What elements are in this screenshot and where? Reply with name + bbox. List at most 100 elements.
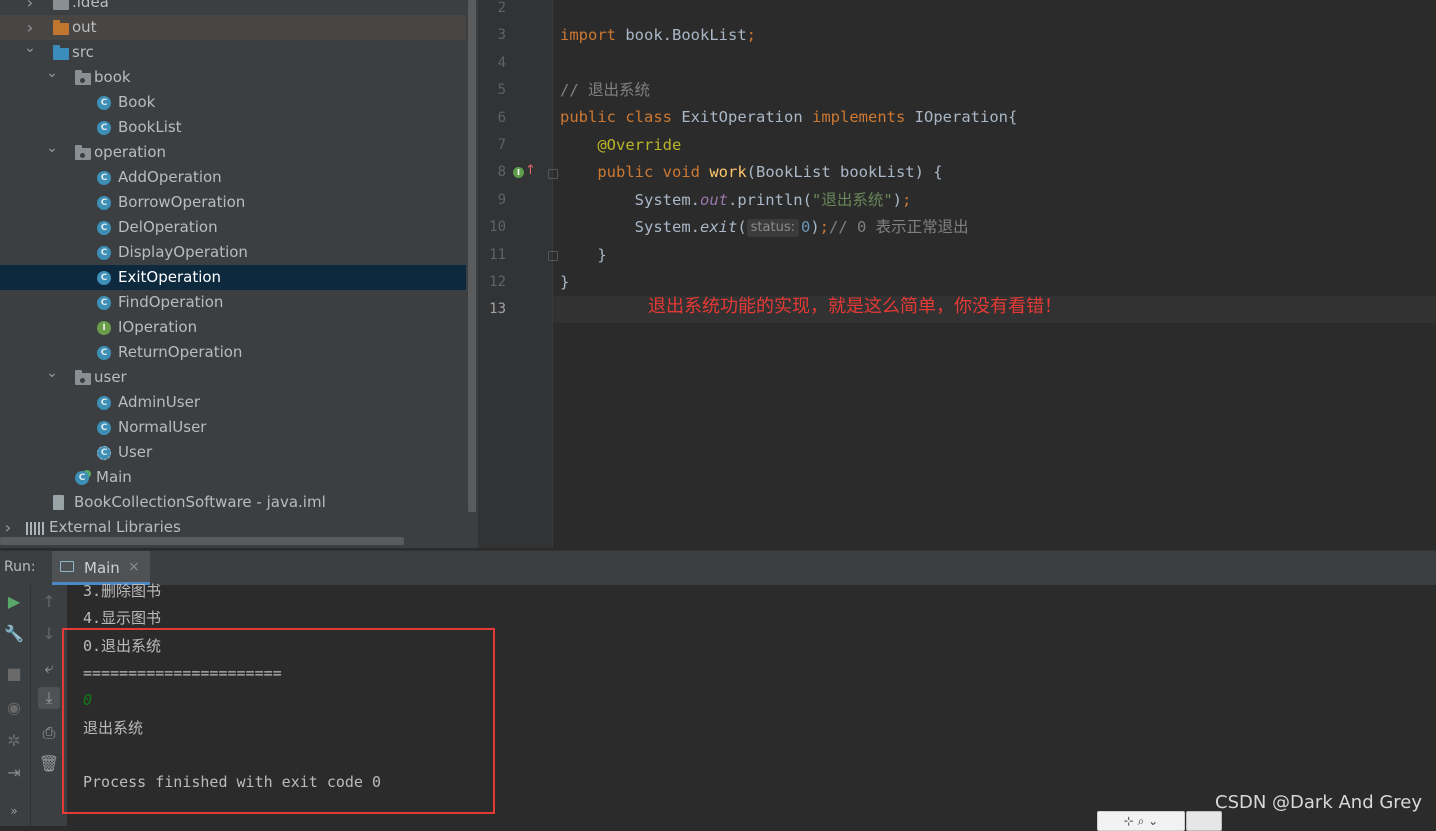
class-icon: C bbox=[97, 346, 111, 360]
code-text: System. bbox=[634, 191, 700, 209]
line-number: 9 bbox=[497, 191, 506, 208]
camera-icon[interactable]: ◉ bbox=[3, 697, 25, 719]
keyword: public bbox=[597, 163, 654, 181]
annotation: @Override bbox=[597, 136, 682, 154]
down-arrow-icon[interactable]: ↓ bbox=[38, 623, 60, 645]
line-number: 10 bbox=[489, 219, 506, 236]
floating-toolbar[interactable]: ⊹ ⌕ ⌄ bbox=[1097, 811, 1185, 831]
tree-item-deloperation[interactable]: C DelOperation bbox=[0, 215, 466, 240]
tree-item-src[interactable]: ⌄ src bbox=[0, 40, 466, 65]
package-icon bbox=[75, 370, 91, 385]
tree-item-label: src bbox=[72, 43, 94, 61]
tree-item-label: DisplayOperation bbox=[118, 243, 248, 261]
chevron-down-icon[interactable]: ⌄ bbox=[24, 36, 36, 61]
scroll-to-end-icon[interactable]: ⤓ bbox=[38, 687, 60, 709]
class-icon: C bbox=[97, 196, 111, 210]
tree-item--idea[interactable]: › .idea bbox=[0, 0, 466, 15]
code-text: IOperation{ bbox=[905, 108, 1018, 126]
line-number: 6 bbox=[497, 109, 506, 126]
tree-item-displayoperation[interactable]: C DisplayOperation bbox=[0, 240, 466, 265]
print-icon[interactable]: ⎙ bbox=[38, 722, 60, 744]
chevron-right-icon[interactable]: › bbox=[24, 0, 36, 15]
class-icon: C bbox=[97, 246, 111, 260]
line-number: 3 bbox=[497, 27, 506, 44]
parameter-hint: status: bbox=[746, 219, 799, 237]
code-line-10: System.exit(status: 0);// 0 表示正常退出 bbox=[560, 214, 969, 241]
code-text: } bbox=[597, 246, 607, 264]
chevron-down-icon[interactable]: ⌄ bbox=[46, 136, 58, 161]
floating-button[interactable] bbox=[1186, 811, 1222, 831]
code-text: (BookList bookList) { bbox=[746, 163, 943, 181]
interface-icon: I bbox=[97, 321, 111, 335]
tree-item-label: Main bbox=[96, 468, 132, 486]
chevron-down-icon[interactable]: ⌄ bbox=[46, 61, 58, 86]
tree-item-user[interactable]: ⌄ user bbox=[0, 365, 466, 390]
rerun-icon[interactable]: ▶ bbox=[3, 591, 25, 613]
comment: // 退出系统 bbox=[560, 81, 650, 99]
keyword: public bbox=[560, 108, 616, 126]
folder-blue-icon bbox=[53, 45, 69, 60]
project-tree-horizontal-scrollbar[interactable] bbox=[0, 537, 404, 545]
tree-item-label: Book bbox=[118, 93, 156, 111]
tree-item-booklist[interactable]: C BookList bbox=[0, 115, 466, 140]
tree-item-borrowoperation[interactable]: C BorrowOperation bbox=[0, 190, 466, 215]
package-icon bbox=[75, 145, 91, 160]
tree-item-ioperation[interactable]: I IOperation bbox=[0, 315, 466, 340]
line-number: 4 bbox=[497, 54, 506, 71]
run-toolbar: Run: Main × bbox=[0, 550, 1436, 585]
code-text: book.BookList bbox=[616, 26, 747, 44]
wrench-icon[interactable]: 🔧 bbox=[3, 623, 25, 645]
code-line-5: // 退出系统 bbox=[560, 77, 650, 104]
tree-item-operation[interactable]: ⌄ operation bbox=[0, 140, 466, 165]
up-arrow-icon[interactable]: ↑ bbox=[38, 591, 60, 613]
run-tab-label: Main bbox=[84, 559, 120, 577]
code-editor[interactable]: 2 3 4 5 6 7 8 9 10 11 12 13 I ↑ import book.BookLis… bbox=[478, 0, 1436, 548]
keyword: class bbox=[625, 108, 673, 126]
exit-icon[interactable]: ⇥ bbox=[3, 762, 25, 784]
tree-item-book[interactable]: ⌄ book bbox=[0, 65, 466, 90]
fold-marker-icon[interactable] bbox=[548, 251, 558, 261]
tree-item-user[interactable]: C User bbox=[0, 440, 466, 465]
line-number: 12 bbox=[489, 274, 506, 290]
close-tab-icon[interactable]: × bbox=[128, 559, 140, 575]
tree-item-addoperation[interactable]: C AddOperation bbox=[0, 165, 466, 190]
tree-item-label: operation bbox=[94, 143, 167, 161]
fold-marker-icon[interactable] bbox=[548, 169, 558, 179]
bug-icon[interactable]: ✲ bbox=[3, 730, 25, 752]
package-icon bbox=[75, 70, 91, 85]
tree-item-label: AdminUser bbox=[118, 393, 200, 411]
code-text: ) bbox=[810, 218, 820, 236]
tree-item-out[interactable]: › out bbox=[0, 15, 466, 40]
tree-item-book[interactable]: C Book bbox=[0, 90, 466, 115]
code-line-8: public void work(BookList bookList) { bbox=[560, 159, 943, 186]
project-tree-vertical-scrollbar[interactable] bbox=[468, 0, 476, 512]
go-to-super-arrow-icon[interactable]: ↑ bbox=[525, 164, 536, 177]
tree-item-label: ExitOperation bbox=[118, 268, 222, 286]
tree-item-normaluser[interactable]: C NormalUser bbox=[0, 415, 466, 440]
package-dot bbox=[80, 78, 85, 83]
chevron-down-icon[interactable]: ⌄ bbox=[46, 361, 58, 386]
code-text: ) bbox=[892, 191, 902, 209]
line-number: 11 bbox=[489, 246, 506, 263]
tree-item-label: BookList bbox=[118, 118, 182, 136]
soft-wrap-icon[interactable]: ⤶ bbox=[38, 657, 60, 679]
code-text: } bbox=[560, 273, 570, 291]
more-icon[interactable]: » bbox=[3, 800, 25, 822]
tree-item-label: NormalUser bbox=[118, 418, 207, 436]
tree-item-adminuser[interactable]: C AdminUser bbox=[0, 390, 466, 415]
tree-item-bookcollectionsoftware-java-iml[interactable]: BookCollectionSoftware - java.iml bbox=[0, 490, 466, 515]
tree-item-main[interactable]: C Main bbox=[0, 465, 466, 490]
code-line-6: public class ExitOperation implements IO… bbox=[560, 104, 1017, 131]
trash-icon[interactable]: 🗑 bbox=[38, 753, 60, 775]
tree-item-exitoperation[interactable]: C ExitOperation bbox=[0, 265, 466, 290]
stop-icon[interactable]: ■ bbox=[3, 663, 25, 685]
tree-item-label: .idea bbox=[72, 0, 109, 11]
class-name: ExitOperation bbox=[672, 108, 812, 126]
implements-method-icon[interactable]: I bbox=[513, 167, 524, 178]
class-icon: C bbox=[97, 121, 111, 135]
tree-item-label: FindOperation bbox=[118, 293, 224, 311]
class-icon: C bbox=[97, 396, 111, 410]
tree-item-findoperation[interactable]: C FindOperation bbox=[0, 290, 466, 315]
tree-item-label: DelOperation bbox=[118, 218, 218, 236]
tree-item-returnoperation[interactable]: C ReturnOperation bbox=[0, 340, 466, 365]
